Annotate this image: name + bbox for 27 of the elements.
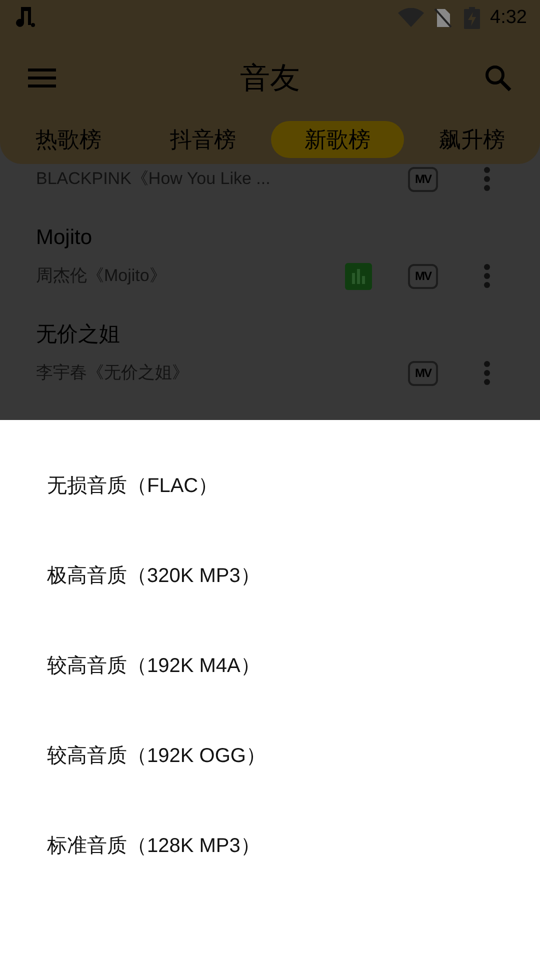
more-vertical-icon [484, 264, 490, 288]
mv-badge[interactable]: MV [408, 360, 438, 386]
no-sim-icon [434, 8, 452, 28]
more-button[interactable] [482, 360, 492, 386]
mv-badge[interactable]: MV [408, 264, 438, 288]
menu-icon [28, 68, 56, 88]
tab[interactable]: 抖音榜 [136, 120, 270, 158]
more-vertical-icon [484, 361, 490, 385]
tab[interactable]: 飙升榜 [405, 120, 538, 158]
quality-option[interactable]: 标准音质（128K MP3） [47, 831, 260, 861]
tab[interactable]: 热歌榜 [2, 120, 135, 158]
more-button[interactable] [482, 263, 492, 289]
search-icon [484, 64, 512, 92]
more-button[interactable] [482, 166, 492, 192]
status-time: 4:32 [490, 6, 527, 30]
wifi-icon [398, 8, 424, 28]
quality-option[interactable]: 无损音质（FLAC） [47, 471, 218, 501]
mv-badge[interactable]: MV [408, 166, 438, 192]
song-title: Mojito [36, 225, 92, 251]
quality-option[interactable]: 较高音质（192K OGG） [47, 741, 266, 771]
app-title: 音友 [240, 62, 300, 94]
quality-option[interactable]: 较高音质（192K M4A） [47, 651, 260, 681]
battery-charging-icon [464, 7, 480, 29]
song-title: 无价之姐 [36, 322, 120, 348]
tab[interactable]: 新歌榜 [270, 120, 404, 158]
more-vertical-icon [484, 167, 490, 191]
quality-option[interactable]: 极高音质（320K MP3） [47, 561, 260, 591]
